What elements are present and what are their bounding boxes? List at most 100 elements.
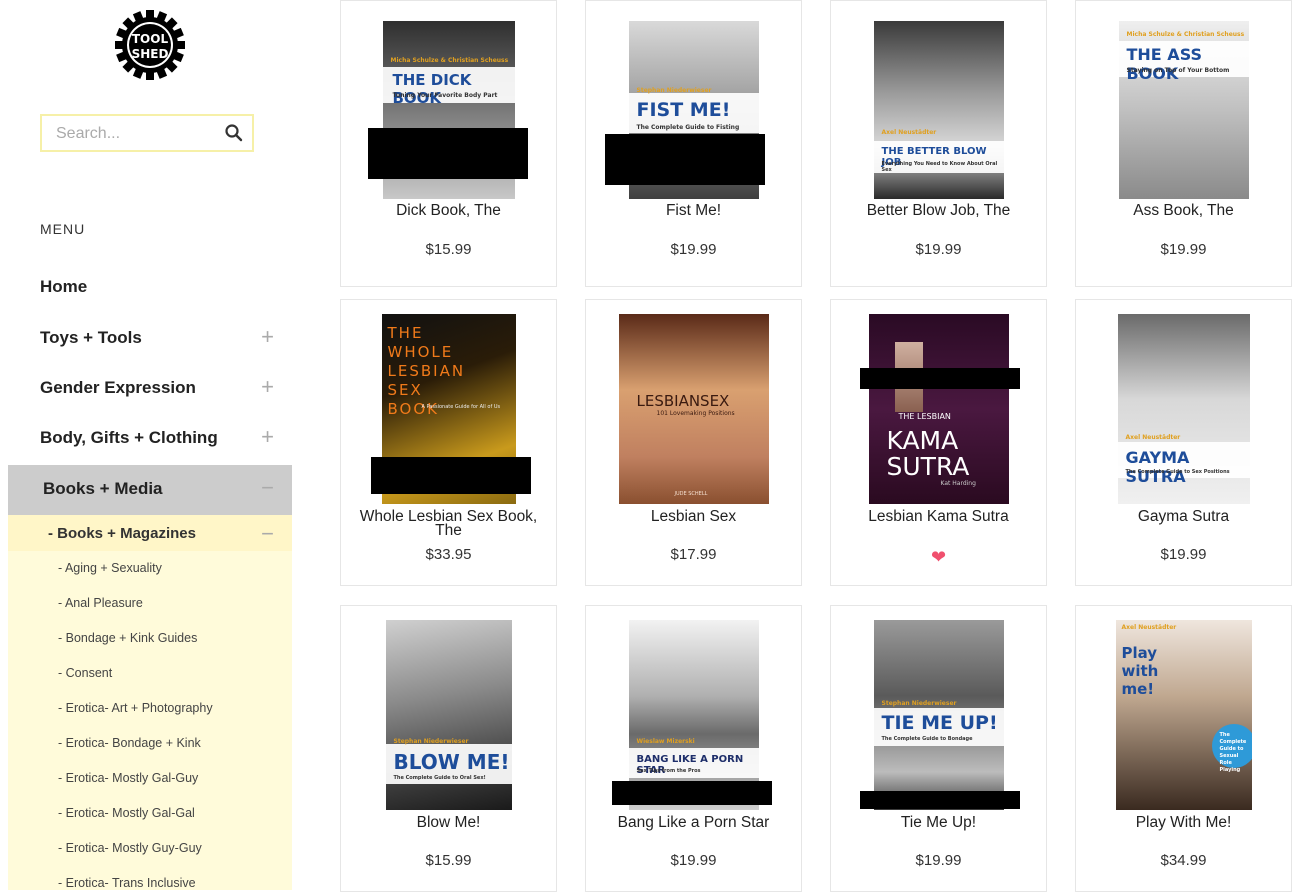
heart-icon[interactable]: ❤ <box>831 547 1046 568</box>
product-price: $17.99 <box>670 546 717 563</box>
search-box <box>40 114 254 152</box>
book-cover-image[interactable]: Axel Neustädter THE BETTER BLOW JOB Ever… <box>873 21 1004 199</box>
submenu-item-books-magazines[interactable]: - Books + Magazines − <box>8 515 292 551</box>
cover-author: Stephan Niederwieser <box>393 738 469 745</box>
product-title[interactable]: Ass Book, The <box>1082 203 1285 219</box>
product-price: $19.99 <box>670 852 717 869</box>
product-price: $19.99 <box>670 241 717 258</box>
submenu-link[interactable]: - Aging + Sexuality <box>58 561 162 575</box>
submenu-link[interactable]: - Erotica- Mostly Gal-Guy <box>58 771 198 785</box>
nav-label: Home <box>40 277 88 296</box>
product-title[interactable]: Lesbian Kama Sutra <box>837 509 1040 525</box>
nav-item-gender-expression[interactable]: Gender Expression + <box>0 364 292 414</box>
submenu-link[interactable]: - Erotica- Mostly Gal-Gal <box>58 806 195 820</box>
submenu-link[interactable]: - Erotica- Art + Photography <box>58 701 213 715</box>
product-card[interactable]: Axel Neustädter THE BETTER BLOW JOB Ever… <box>830 0 1047 287</box>
book-cover-image[interactable]: LESBIANSEX 101 Lovemaking Positions JUDE… <box>618 314 769 504</box>
search-input[interactable] <box>54 124 218 144</box>
book-cover-image[interactable]: Stephan Niederwieser BLOW ME! The Comple… <box>385 620 512 810</box>
nav-item-home[interactable]: Home <box>0 263 292 313</box>
product-price: $15.99 <box>425 241 472 258</box>
book-cover-image[interactable]: Axel Neustädter Play with me! The Comple… <box>1115 620 1252 810</box>
book-cover-image[interactable]: Stephan Niederwieser TIE ME UP! The Comp… <box>873 620 1004 810</box>
cover-subtitle: Sex Tips from the Pros <box>636 768 701 774</box>
submenu-link[interactable]: - Erotica- Mostly Guy-Guy <box>58 841 202 855</box>
collapse-icon[interactable]: − <box>261 475 274 501</box>
cover-author: Micha Schulze & Christian Scheuss <box>1126 31 1245 38</box>
search-icon[interactable] <box>224 123 244 143</box>
logo-line-1: TOOL <box>132 32 169 46</box>
cover-author: Axel Neustädter <box>1125 434 1181 441</box>
product-card[interactable]: Wieslaw Mizerski BANG LIKE A PORN STAR S… <box>585 605 802 892</box>
sidebar: TOOL SHED MENU Home Toys + Tools + Gende… <box>0 0 300 890</box>
cover-author: Axel Neustädter <box>1121 624 1177 631</box>
cover-author: Axel Neustädter <box>881 129 937 136</box>
cover-subtitle: The Complete Guide to Oral Sex! <box>393 775 486 781</box>
product-title[interactable]: Dick Book, The <box>347 203 550 219</box>
cover-author: JUDE SCHELL <box>674 491 708 497</box>
cover-title: THE ASS BOOK <box>1126 45 1203 83</box>
cover-author: Stephan Niederwieser <box>636 87 712 94</box>
cover-title: THE DICK BOOK <box>392 71 472 107</box>
product-price: $19.99 <box>1160 241 1207 258</box>
cover-subtitle: A Passionate Guide for All of Us <box>421 404 501 410</box>
submenu-link[interactable]: - Anal Pleasure <box>58 596 143 610</box>
product-title[interactable]: Play With Me! <box>1082 815 1285 831</box>
cover-author: Wieslaw Mizerski <box>636 738 695 745</box>
cover-title: LESBIANSEX <box>636 392 730 410</box>
product-title[interactable]: Fist Me! <box>592 203 795 219</box>
cover-subtitle: Everything You Need to Know About Oral S… <box>881 161 998 173</box>
nav-item-books-media[interactable]: Books + Media − <box>8 465 292 515</box>
submenu-label: - Books + Magazines <box>48 525 196 542</box>
book-cover-image[interactable]: THE LESBIAN KAMA SUTRA Kat Harding <box>868 314 1009 504</box>
product-title[interactable]: Gayma Sutra <box>1082 509 1285 525</box>
expand-icon[interactable]: + <box>261 374 274 400</box>
nav-item-toys-tools[interactable]: Toys + Tools + <box>0 314 292 364</box>
redaction-bar <box>368 128 528 179</box>
product-price: $33.95 <box>425 546 472 563</box>
expand-icon[interactable]: + <box>261 324 274 350</box>
expand-icon[interactable]: + <box>261 424 274 450</box>
product-price: $34.99 <box>1160 852 1207 869</box>
cover-subtitle: Staying on Top of Your Bottom <box>1126 67 1230 74</box>
product-card[interactable]: LESBIANSEX 101 Lovemaking Positions JUDE… <box>585 299 802 586</box>
product-card[interactable]: THE WHOLE LESBIAN SEX BOOK A Passionate … <box>340 299 557 586</box>
submenu-link[interactable]: - Erotica- Bondage + Kink <box>58 736 201 750</box>
product-title[interactable]: Bang Like a Porn Star <box>592 815 795 831</box>
product-card[interactable]: Axel Neustädter GAYMA SUTRA The Complete… <box>1075 299 1292 586</box>
product-title[interactable]: Lesbian Sex <box>592 509 795 525</box>
nav-label: Toys + Tools <box>40 328 142 347</box>
product-title[interactable]: Whole Lesbian Sex Book, The <box>347 509 550 539</box>
tool-shed-logo[interactable]: TOOL SHED <box>113 8 187 82</box>
redaction-bar <box>612 781 772 805</box>
cover-title: TIE ME UP! <box>881 712 998 734</box>
collapse-icon[interactable]: − <box>261 521 274 547</box>
cover-subtitle: 101 Lovemaking Positions <box>656 410 735 417</box>
product-title[interactable]: Better Blow Job, The <box>837 203 1040 219</box>
cover-subtitle: The Complete Guide to Bondage <box>881 736 973 742</box>
submenu-link[interactable]: - Bondage + Kink Guides <box>58 631 197 645</box>
product-card[interactable]: Micha Schulze & Christian Scheuss THE DI… <box>340 0 557 287</box>
product-card[interactable]: Stephan Niederwieser FIST ME! The Comple… <box>585 0 802 287</box>
product-card[interactable]: THE LESBIAN KAMA SUTRA Kat Harding Lesbi… <box>830 299 1047 586</box>
product-card[interactable]: Micha Schulze & Christian Scheuss THE AS… <box>1075 0 1292 287</box>
logo-line-2: SHED <box>132 47 169 61</box>
product-title[interactable]: Tie Me Up! <box>837 815 1040 831</box>
product-card[interactable]: Axel Neustädter Play with me! The Comple… <box>1075 605 1292 892</box>
product-card[interactable]: Stephan Niederwieser TIE ME UP! The Comp… <box>830 605 1047 892</box>
cover-title: KAMA SUTRA <box>886 426 970 481</box>
product-price: $19.99 <box>915 241 962 258</box>
redaction-bar <box>371 457 531 494</box>
cover-subtitle: Tuning Your Favorite Body Part <box>392 92 498 99</box>
nav-label: Body, Gifts + Clothing <box>40 428 218 447</box>
submenu-link[interactable]: - Erotica- Trans Inclusive <box>58 876 196 890</box>
nav-item-body-gifts-clothing[interactable]: Body, Gifts + Clothing + <box>0 414 292 464</box>
cover-title: Play with me! <box>1121 644 1159 698</box>
product-title[interactable]: Blow Me! <box>347 815 550 831</box>
product-card[interactable]: Stephan Niederwieser BLOW ME! The Comple… <box>340 605 557 892</box>
book-cover-image[interactable]: Axel Neustädter GAYMA SUTRA The Complete… <box>1117 314 1250 504</box>
cover-author: Stephan Niederwieser <box>881 700 957 707</box>
submenu-link[interactable]: - Consent <box>58 666 112 680</box>
book-cover-image[interactable]: Micha Schulze & Christian Scheuss THE AS… <box>1118 21 1249 199</box>
cover-title: FIST ME! <box>636 99 731 121</box>
